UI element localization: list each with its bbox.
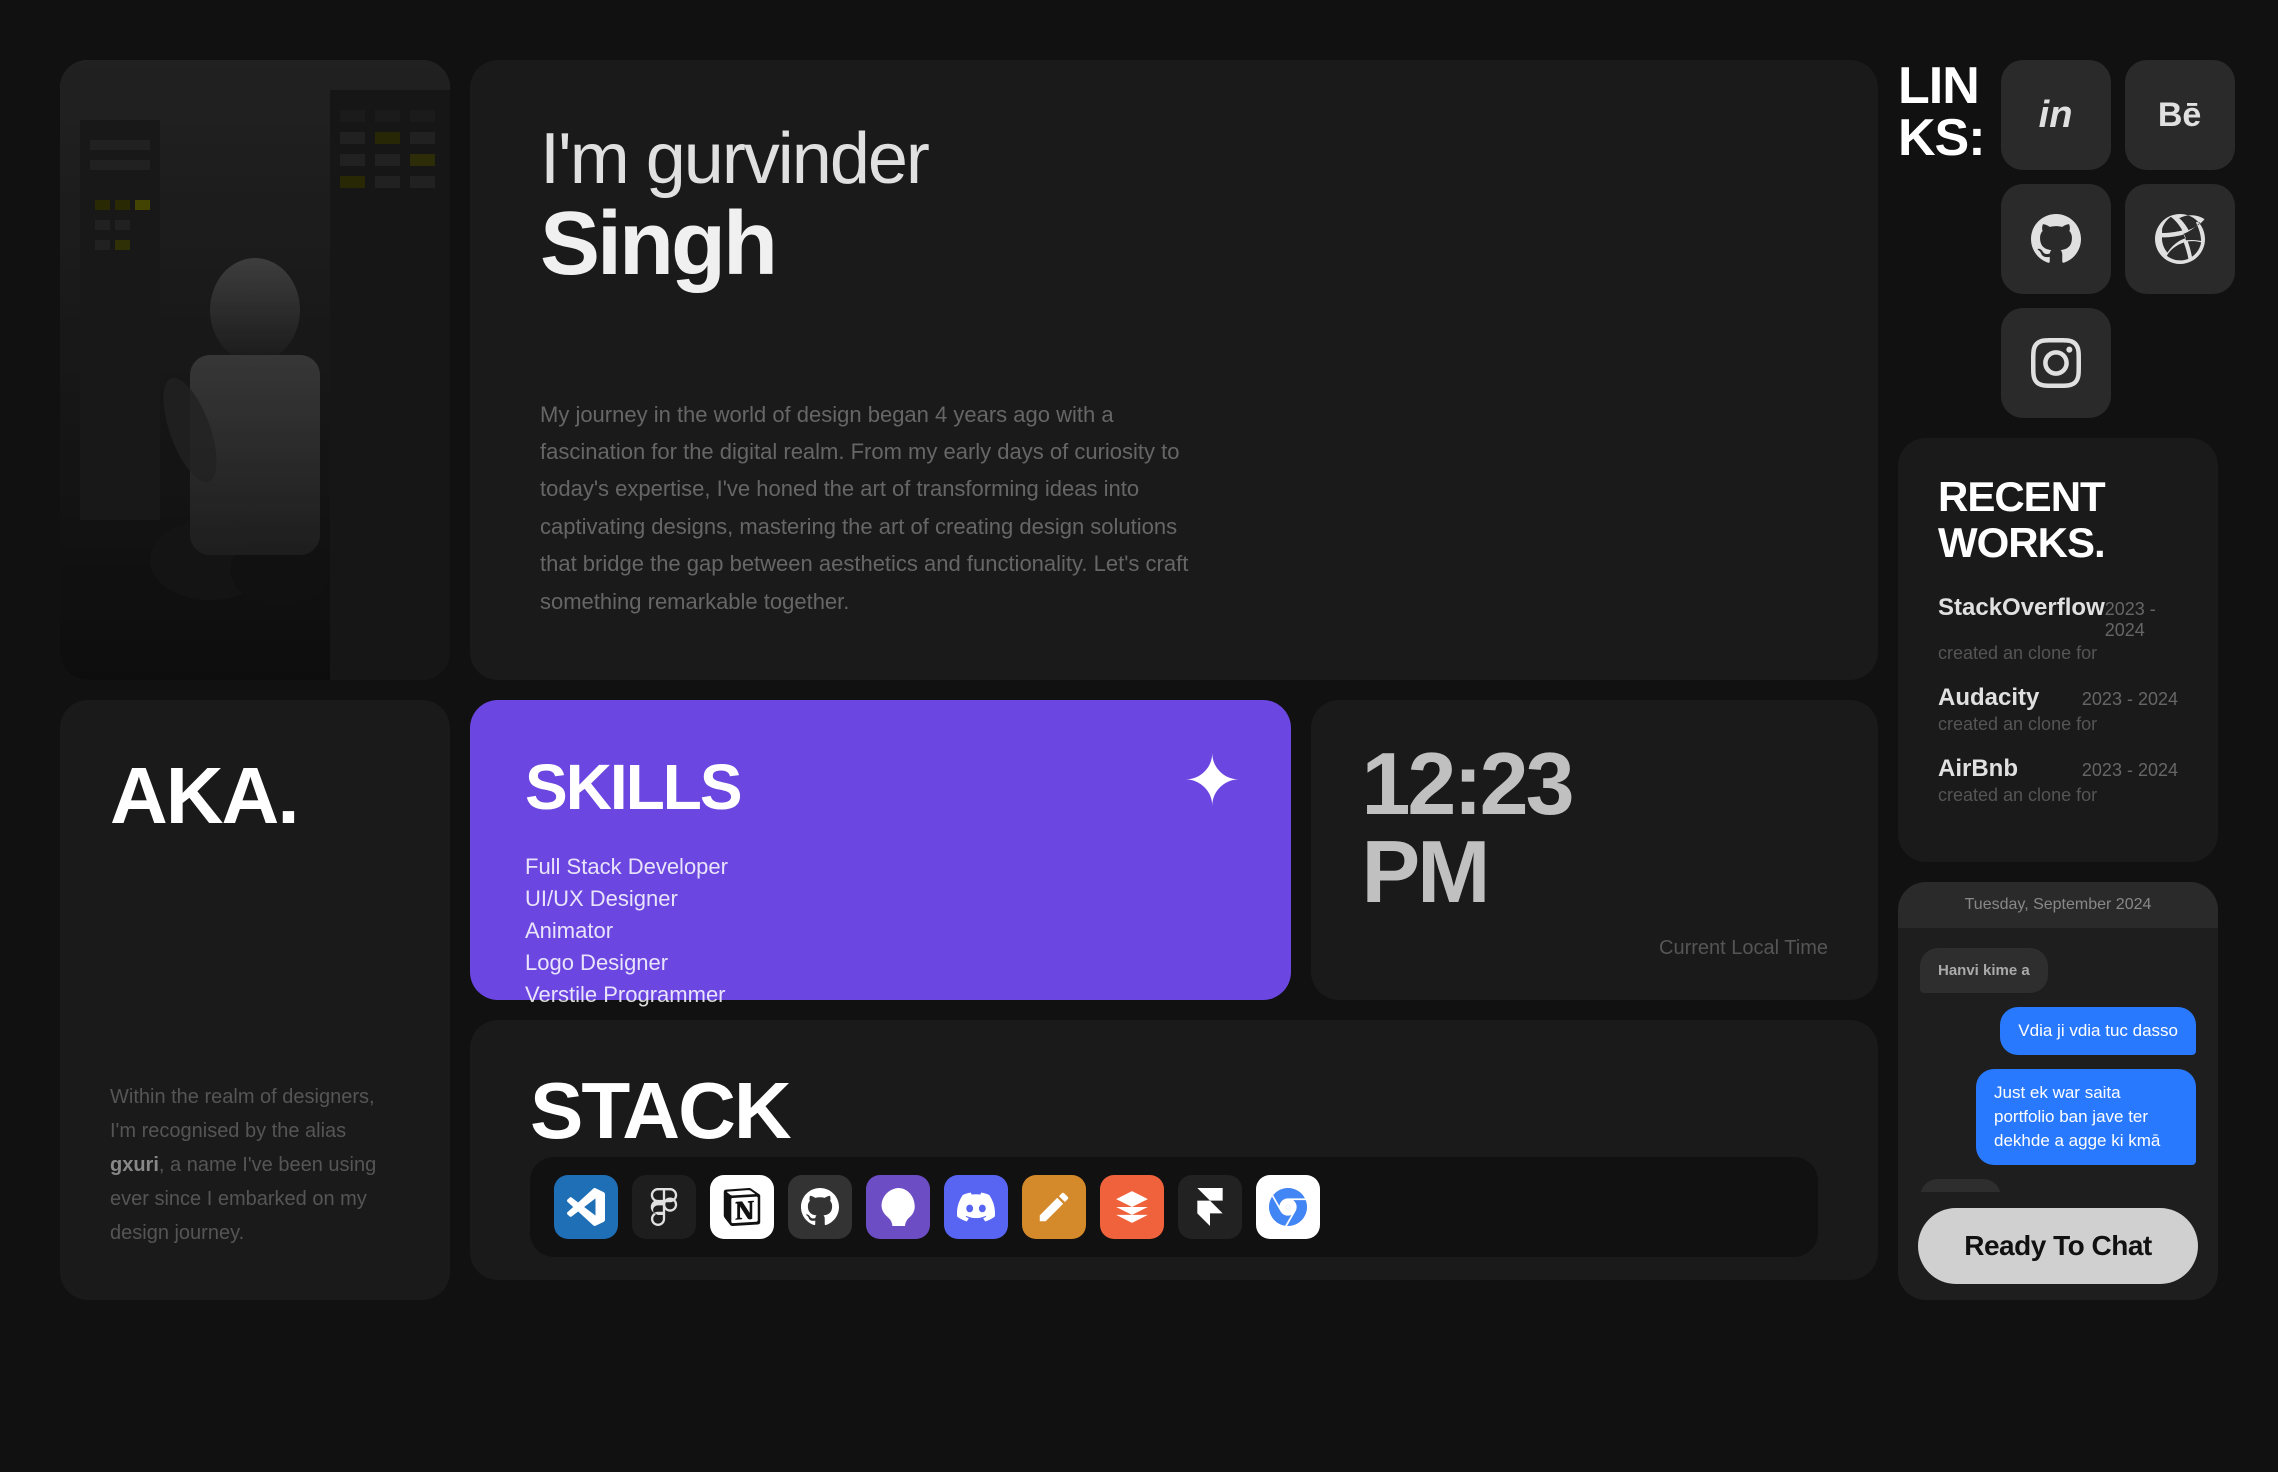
work-item-audacity: Audacity 2023 - 2024 created an clone fo… [1938,684,2178,735]
links-section: LINKS: in Bē [1898,60,2218,418]
name-text: Singh [540,199,1808,289]
skills-list: Full Stack Developer UI/UX Designer Anim… [525,854,1236,1008]
work-desc: created an clone for [1938,714,2178,735]
works-list: StackOverflow 2023 - 2024 created an clo… [1938,594,2178,806]
github-button[interactable] [2001,184,2111,294]
chat-bubble: Vdia ji vdia tuc dasso [2000,1007,2196,1055]
work-item-header: AirBnb 2023 - 2024 [1938,755,2178,783]
time-label: Current Local Time [1361,937,1828,960]
intro-name: I'm gurvinder Singh [540,120,1808,319]
stack-icon-principle[interactable] [1100,1175,1164,1239]
stack-icon-github[interactable] [788,1175,852,1239]
stack-icon-vscode[interactable] [554,1175,618,1239]
aka-card-wrapper: AKA. Within the realm of designers, I'm … [60,700,450,1300]
stack-icon-pencil[interactable] [1022,1175,1086,1239]
stack-icon-figma[interactable] [632,1175,696,1239]
links-label: LINKS: [1898,60,1985,164]
work-item-airbnb: AirBnb 2023 - 2024 created an clone for [1938,755,2178,806]
time-display-wrapper: 12:23 PM [1361,740,1828,916]
time-display: 12:23 [1361,740,1828,828]
ready-to-chat-button[interactable]: Ready To Chat [1918,1208,2198,1284]
stack-icon-obsidian[interactable] [866,1175,930,1239]
work-name: AirBnb [1938,755,2018,783]
aka-card: AKA. Within the realm of designers, I'm … [60,700,450,1300]
chat-card: Tuesday, September 2024 Hanvi kime a Vdi… [1898,882,2218,1300]
chat-bubble: Hanvi kime a [1920,948,2048,993]
stack-icons [530,1157,1818,1257]
building-svg [60,60,450,680]
main-grid: I'm gurvinder Singh My journey in the wo… [60,60,2218,1300]
skill-item: UI/UX Designer [525,886,1236,912]
chat-messages: Hanvi kime a Vdia ji vdia tuc dasso Just… [1898,928,2218,1192]
chat-bubble: Just ek war saita portfolio ban jave ter… [1976,1069,2196,1164]
behance-button[interactable]: Bē [2125,60,2235,170]
intro-name-text: I'm gurvinder Singh [540,120,1808,289]
work-desc: created an clone for [1938,643,2178,664]
work-item-header: Audacity 2023 - 2024 [1938,684,2178,712]
chat-msg-sent-2: Just ek war saita portfolio ban jave ter… [1920,1069,2196,1164]
work-name: Audacity [1938,684,2039,712]
work-year: 2023 - 2024 [2082,689,2178,710]
intro-card: I'm gurvinder Singh My journey in the wo… [470,60,1878,680]
alias-name: gxuri [110,1154,159,1176]
skill-item: Verstile Programmer [525,982,1236,1008]
time-period: PM [1361,828,1828,916]
skill-item: Logo Designer [525,950,1236,976]
links-grid: in Bē [2001,60,2235,418]
work-item-header: StackOverflow 2023 - 2024 [1938,594,2178,641]
work-year: 2023 - 2024 [2082,760,2178,781]
chat-msg-received-1: Hanvi kime a [1920,948,2196,993]
greeting-text: I'm gurvinder [540,120,1808,199]
skills-time-row: SKILLS ✦ Full Stack Developer UI/UX Desi… [470,700,1878,1000]
stack-icon-discord[interactable] [944,1175,1008,1239]
stack-icon-framer[interactable] [1178,1175,1242,1239]
work-desc: created an clone for [1938,785,2178,806]
sender-label: Hanvi kime a [1938,960,2030,981]
skill-item: Animator [525,918,1236,944]
stack-title: STACK [530,1065,1818,1157]
intro-bio: My journey in the world of design began … [540,396,1190,620]
chat-bubble: Achea [1920,1179,2001,1192]
stack-card: STACK [470,1020,1878,1280]
stack-icon-notion[interactable] [710,1175,774,1239]
chat-msg-sent-1: Vdia ji vdia tuc dasso [1920,1007,2196,1055]
recent-works-card: RECENTWORKS. StackOverflow 2023 - 2024 c… [1898,438,2218,862]
sparkle-icon: ✦ [1183,740,1242,822]
linkedin-button[interactable]: in [2001,60,2111,170]
skills-card: SKILLS ✦ Full Stack Developer UI/UX Desi… [470,700,1291,1000]
photo-card [60,60,450,680]
work-item-stackoverflow: StackOverflow 2023 - 2024 created an clo… [1938,594,2178,664]
work-name: StackOverflow [1938,594,2105,622]
right-column: LINKS: in Bē RECENTWORKS. [1898,60,2218,1300]
chat-date-header: Tuesday, September 2024 [1898,882,2218,928]
instagram-button[interactable] [2001,308,2111,418]
aka-title: AKA. [110,750,400,842]
chat-footer: Ready To Chat [1898,1192,2218,1300]
photo-bg [60,60,450,680]
col2-bottom: SKILLS ✦ Full Stack Developer UI/UX Desi… [470,700,1878,1300]
aka-description: Within the realm of designers, I'm recog… [110,1080,400,1250]
page: I'm gurvinder Singh My journey in the wo… [0,0,2278,1472]
dribbble-button[interactable] [2125,184,2235,294]
stack-icon-chrome[interactable] [1256,1175,1320,1239]
chat-msg-received-2: Achea [1920,1179,2196,1192]
recent-works-title: RECENTWORKS. [1938,474,2178,566]
skill-item: Full Stack Developer [525,854,1236,880]
skills-title: SKILLS [525,750,1236,824]
time-card: 12:23 PM Current Local Time [1311,700,1878,1000]
work-year: 2023 - 2024 [2105,599,2178,641]
